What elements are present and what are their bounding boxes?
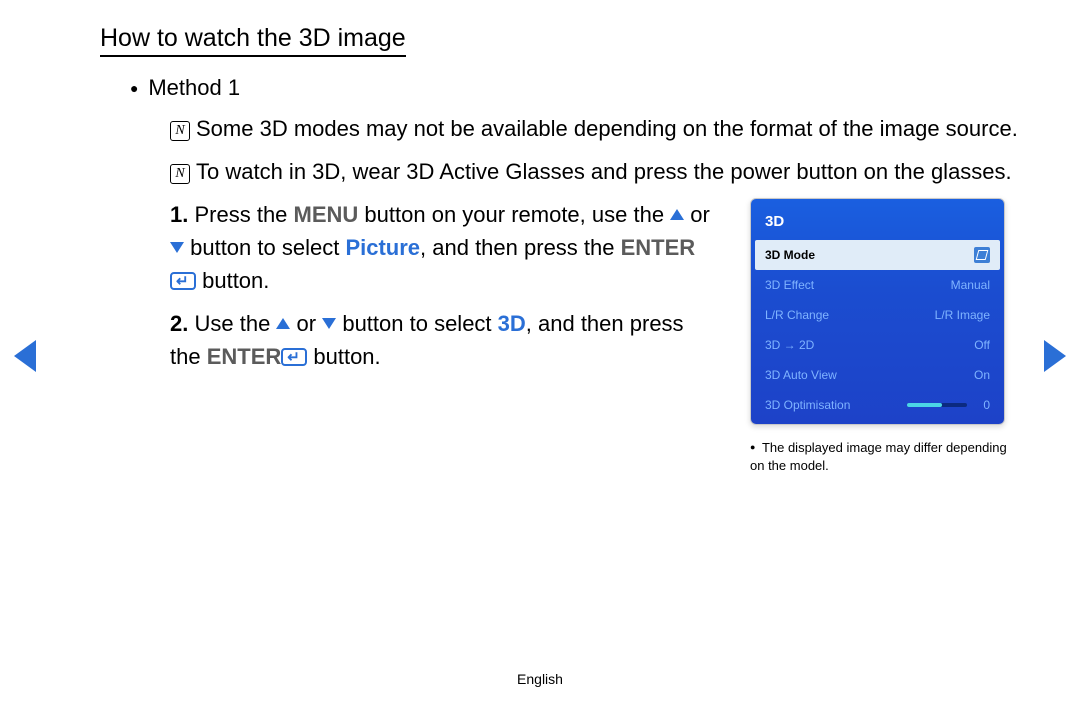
step-2-or: or (290, 311, 322, 336)
panel-row-label: 3D Auto View (765, 366, 837, 384)
note-icon: N (170, 164, 190, 184)
panel-row-label: 3D Optimisation (765, 396, 850, 414)
down-arrow-icon (170, 242, 184, 253)
enter-keyword: ENTER (621, 235, 696, 260)
step-1-text-b: button on your remote, use the (358, 202, 670, 227)
step-1-text-c: button to select (184, 235, 345, 260)
panel-row-value: Off (974, 336, 990, 354)
step-2-text-b: button to select (336, 311, 497, 336)
panel-row-label: 3D Effect (765, 276, 814, 294)
step-2-number: 2. (170, 311, 188, 336)
enter-keyword: ENTER (207, 344, 282, 369)
note-icon: N (170, 121, 190, 141)
up-arrow-icon (276, 318, 290, 329)
panel-row-label: 3D → 2D (765, 336, 814, 354)
panel-row-3d-auto-view: 3D Auto View On (755, 360, 1000, 390)
step-1-number: 1. (170, 202, 188, 227)
panel-caption: The displayed image may differ depending… (750, 439, 1020, 475)
step-2-text-a: Use the (194, 311, 276, 336)
note-2: N To watch in 3D, wear 3D Active Glasses … (170, 155, 1020, 188)
next-page-arrow[interactable] (1044, 340, 1066, 372)
step-1-or: or (684, 202, 710, 227)
up-arrow-icon (670, 209, 684, 220)
step-1: 1. Press the MENU button on your remote,… (170, 198, 710, 297)
picture-keyword: Picture (345, 235, 420, 260)
down-arrow-icon (322, 318, 336, 329)
optimisation-slider (907, 403, 967, 407)
tv-menu-panel: 3D 3D Mode 3D Effect Manual L/R Change L… (750, 198, 1005, 425)
method-heading: Method 1 (130, 71, 1020, 104)
menu-keyword: MENU (294, 202, 359, 227)
panel-row-3d-to-2d: 3D → 2D Off (755, 330, 1000, 360)
step-1-text-d: , and then press the (420, 235, 621, 260)
panel-row-value: 0 (983, 396, 990, 414)
note-2-text: To watch in 3D, wear 3D Active Glasses a… (196, 159, 1012, 184)
enter-icon (170, 272, 196, 290)
panel-title: 3D (755, 203, 1000, 240)
step-2: 2. Use the or button to select 3D, and t… (170, 307, 710, 373)
panel-row-3d-optimisation: 3D Optimisation 0 (755, 390, 1000, 420)
enter-icon (281, 348, 307, 366)
panel-row-label: 3D Mode (765, 246, 815, 264)
3d-keyword: 3D (498, 311, 526, 336)
3d-mode-icon (974, 247, 990, 263)
content: Method 1 N Some 3D modes may not be avail… (100, 71, 1020, 475)
note-1-text: Some 3D modes may not be available depen… (196, 116, 1018, 141)
page-footer-language: English (0, 671, 1080, 687)
panel-row-3d-mode: 3D Mode (755, 240, 1000, 270)
panel-row-value: Manual (951, 276, 990, 294)
step-1-text-e: button. (196, 268, 269, 293)
step-2-text-d: button. (307, 344, 380, 369)
panel-row-3d-effect: 3D Effect Manual (755, 270, 1000, 300)
panel-row-value: L/R Image (935, 306, 990, 324)
prev-page-arrow[interactable] (14, 340, 36, 372)
steps-list: 1. Press the MENU button on your remote,… (170, 198, 710, 373)
notes-block: N Some 3D modes may not be available depe… (170, 112, 1020, 188)
page-title: How to watch the 3D image (100, 24, 406, 57)
panel-row-value: On (974, 366, 990, 384)
note-1: N Some 3D modes may not be available depe… (170, 112, 1020, 145)
panel-row-lr-change: L/R Change L/R Image (755, 300, 1000, 330)
step-1-text-a: Press the (194, 202, 293, 227)
panel-row-label: L/R Change (765, 306, 829, 324)
